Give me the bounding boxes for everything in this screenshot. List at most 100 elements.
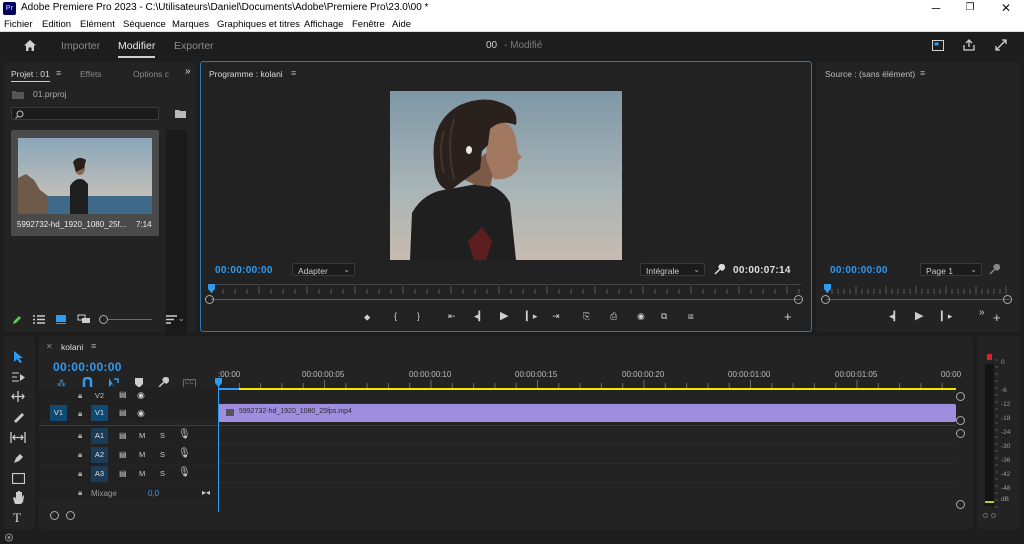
menu-fenetre[interactable]: Fenêtre — [352, 19, 385, 30]
solo-button[interactable]: S — [160, 431, 165, 440]
quick-export-icon[interactable] — [932, 40, 944, 51]
lock-icon[interactable]: 🔒︎ — [78, 450, 82, 460]
meter-solo-button[interactable] — [991, 513, 996, 518]
ripple-edit-tool-icon[interactable] — [11, 391, 26, 402]
lane-a3[interactable] — [218, 465, 956, 483]
source-step-forward-button[interactable]: ▎▸ — [941, 312, 952, 321]
type-tool-icon[interactable]: T — [13, 510, 21, 526]
lane-mix[interactable] — [218, 484, 956, 502]
program-menu-icon[interactable]: ≡ — [291, 68, 296, 78]
program-zoom-bar[interactable] — [211, 299, 801, 300]
sort-chevron-icon[interactable]: ⌄ — [178, 314, 185, 323]
clip-indicator[interactable] — [987, 354, 992, 360]
source-playhead[interactable] — [824, 284, 831, 293]
lock-icon[interactable]: 🔒︎ — [78, 488, 82, 498]
mark-out-button[interactable]: } — [417, 312, 420, 321]
lock-icon[interactable]: 🔒︎ — [78, 431, 82, 441]
project-scrollbar[interactable] — [166, 130, 187, 336]
track-name-v1[interactable]: V1 — [91, 405, 108, 421]
track-name-v2[interactable]: V2 — [91, 388, 108, 403]
lock-icon[interactable]: 🔒︎ — [78, 391, 82, 401]
sync-lock-icon[interactable]: ▤ — [119, 469, 127, 478]
go-to-out-button[interactable]: ⇥ — [552, 312, 560, 321]
proxy-toggle-button[interactable]: ⧈ — [688, 312, 694, 321]
meter-solo-button[interactable] — [983, 513, 988, 518]
timeline-vscroll-handle[interactable] — [956, 429, 965, 438]
minimize-button[interactable]: ─ — [920, 0, 952, 17]
eye-icon[interactable]: ◉ — [137, 408, 145, 419]
step-forward-button[interactable]: ▎▸ — [526, 312, 537, 321]
project-search-input[interactable] — [11, 107, 159, 120]
program-playhead[interactable] — [208, 284, 215, 293]
razor-tool-icon[interactable] — [12, 411, 25, 423]
play-button[interactable]: ▶ — [500, 311, 508, 322]
go-to-end-icon[interactable]: ▸◂ — [202, 488, 210, 497]
source-play-button[interactable]: ▶ — [915, 311, 923, 322]
menu-marques[interactable]: Marques — [172, 19, 209, 30]
mute-button[interactable]: M — [139, 469, 145, 478]
freeform-view-icon[interactable] — [77, 314, 91, 324]
lock-icon[interactable]: 🔒︎ — [78, 409, 82, 419]
timeline-playhead[interactable] — [215, 378, 222, 387]
solo-button[interactable]: S — [160, 450, 165, 459]
source-patch-v1[interactable]: V1 — [50, 405, 67, 421]
tab-options[interactable]: Options c — [133, 69, 169, 79]
source-button-editor-add[interactable]: + — [993, 311, 1001, 324]
sequence-tab[interactable]: kolani — [61, 342, 83, 352]
lane-a2[interactable] — [218, 446, 956, 464]
mix-volume[interactable]: 0,0 — [148, 489, 159, 498]
track-select-tool-icon[interactable] — [11, 372, 26, 383]
source-zoom-bar[interactable] — [826, 299, 1010, 300]
source-more-icon[interactable]: » — [979, 308, 985, 318]
pen-tool-icon[interactable] — [12, 452, 24, 464]
menu-sequence[interactable]: Séquence — [123, 19, 166, 30]
menu-element[interactable]: Elément — [80, 19, 115, 30]
timeline-vscroll-handle[interactable] — [956, 500, 965, 509]
selection-tool-icon[interactable] — [13, 350, 25, 364]
source-zoom-left-handle[interactable] — [821, 295, 830, 304]
mute-button[interactable]: M — [139, 431, 145, 440]
sort-icon[interactable] — [166, 315, 177, 324]
timeline-hscroll-right-handle[interactable] — [66, 511, 75, 520]
zoom-bar-right-handle[interactable] — [794, 295, 803, 304]
microphone-icon[interactable]: 🎙︎ — [178, 448, 191, 459]
track-name-a2[interactable]: A2 — [91, 447, 108, 463]
program-timecode-in[interactable]: 00:00:00:00 — [215, 265, 273, 276]
video-clip[interactable]: 5992732-hd_1920_1080_25fps.mp4 — [218, 404, 956, 422]
lane-a1[interactable] — [218, 427, 956, 445]
lane-v2[interactable] — [218, 387, 956, 404]
microphone-icon[interactable]: 🎙︎ — [178, 429, 191, 440]
icon-view-icon[interactable] — [56, 315, 66, 324]
zoom-slider-track[interactable] — [108, 319, 152, 320]
track-name-a1[interactable]: A1 — [91, 428, 108, 444]
track-name-a3[interactable]: A3 — [91, 466, 108, 482]
timeline-timecode[interactable]: 00:00:00:00 — [53, 360, 122, 374]
share-icon[interactable] — [963, 39, 975, 51]
sequence-menu-icon[interactable]: ≡ — [91, 341, 96, 351]
tab-importer[interactable]: Importer — [61, 40, 100, 52]
new-bin-icon[interactable] — [175, 109, 186, 118]
source-zoom-right-handle[interactable] — [1003, 295, 1012, 304]
menu-edition[interactable]: Edition — [42, 19, 71, 30]
sync-lock-icon[interactable]: ▤ — [119, 390, 127, 399]
fit-select[interactable]: Adapter ⌄ — [292, 263, 355, 276]
timeline-vscroll-handle[interactable] — [956, 392, 965, 401]
list-view-icon[interactable] — [33, 315, 45, 324]
lift-button[interactable]: ⎘ — [583, 312, 590, 321]
menu-fichier[interactable]: Fichier — [4, 19, 33, 30]
rectangle-tool-icon[interactable] — [12, 473, 25, 484]
tab-effets[interactable]: Effets — [80, 69, 102, 79]
wrench-icon[interactable] — [714, 264, 725, 275]
fullscreen-icon[interactable] — [995, 39, 1007, 51]
menu-graphiques[interactable]: Graphiques et titres — [217, 19, 300, 30]
lock-icon[interactable]: 🔒︎ — [78, 469, 82, 479]
solo-button[interactable]: S — [160, 469, 165, 478]
close-button[interactable]: ✕ — [990, 0, 1022, 17]
sync-lock-icon[interactable]: ▤ — [119, 450, 127, 459]
source-timecode[interactable]: 00:00:00:00 — [830, 265, 888, 276]
program-time-ruler[interactable] — [211, 284, 801, 285]
source-menu-icon[interactable]: ≡ — [920, 68, 925, 78]
write-on-icon[interactable] — [12, 315, 22, 325]
program-video-frame[interactable] — [390, 91, 622, 260]
hand-tool-icon[interactable] — [12, 491, 25, 505]
